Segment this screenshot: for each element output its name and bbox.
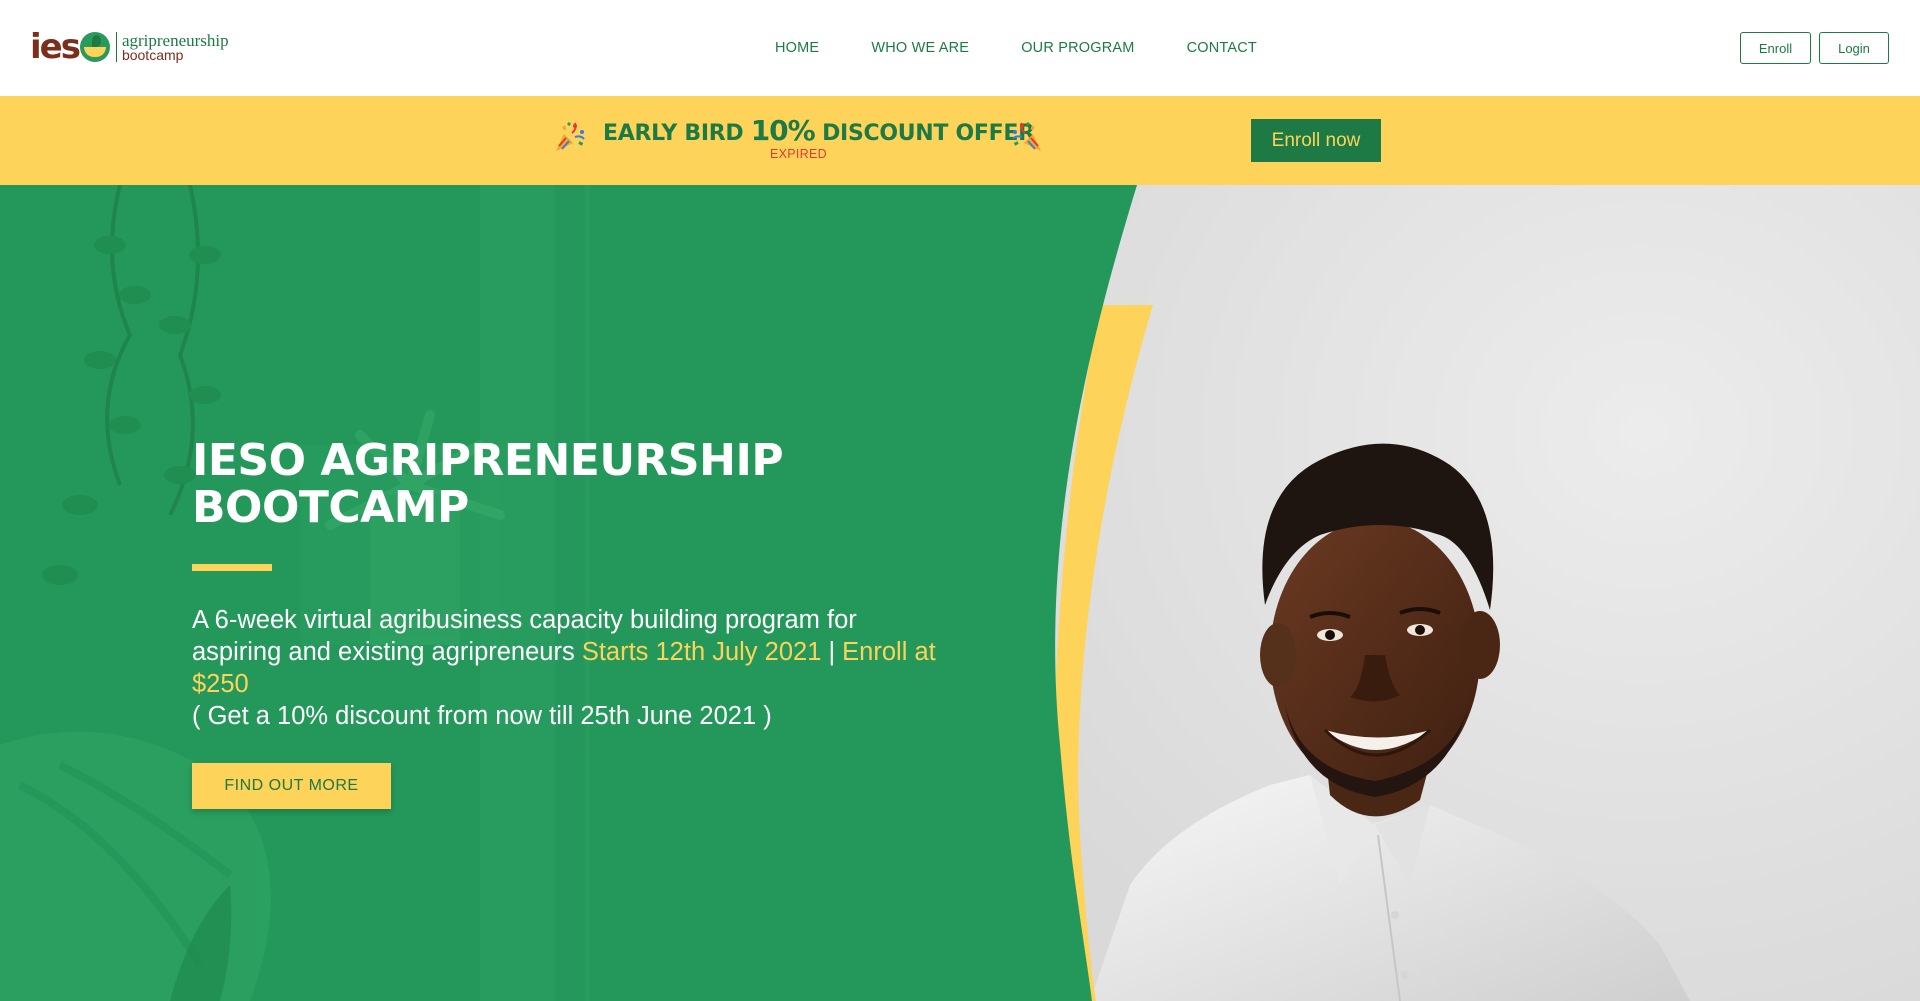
title-underline	[192, 564, 272, 571]
offer-prefix: EARLY BIRD	[603, 121, 751, 146]
enroll-now-button[interactable]: Enroll now	[1251, 119, 1381, 162]
offer-expired-label: EXPIRED	[770, 147, 827, 161]
hero-title: IESO AGRIPRENEURSHIP BOOTCAMP	[192, 437, 952, 531]
nav-who-we-are[interactable]: WHO WE ARE	[871, 40, 969, 56]
logo-mark-text: ies	[30, 27, 81, 67]
site-header: ies agripreneurship bootcamp HOME WHO WE…	[0, 0, 1920, 96]
main-nav: HOME WHO WE ARE OUR PROGRAM CONTACT	[775, 0, 1257, 96]
find-out-more-button[interactable]: FIND OUT MORE	[192, 763, 391, 809]
party-popper-icon	[556, 122, 585, 151]
hero-description: A 6-week virtual agribusiness capacity b…	[192, 604, 952, 732]
nav-home[interactable]: HOME	[775, 40, 819, 56]
nav-contact[interactable]: CONTACT	[1187, 40, 1257, 56]
hero-start-date: Starts 12th July 2021	[581, 638, 822, 666]
login-button[interactable]: Login	[1819, 32, 1889, 64]
logo-divider	[115, 32, 117, 62]
hero-discount-note: ( Get a 10% discount from now till 25th …	[192, 702, 772, 730]
logo-globe-icon	[79, 32, 110, 62]
offer-suffix: DISCOUNT OFFER	[814, 121, 1035, 146]
hero-content: IESO AGRIPRENEURSHIP BOOTCAMP A 6-week v…	[192, 437, 952, 809]
hero-title-line1: IESO AGRIPRENEURSHIP	[192, 435, 784, 486]
logo-line2: bootcamp	[121, 47, 184, 63]
hero-section: IESO AGRIPRENEURSHIP BOOTCAMP A 6-week v…	[0, 185, 1920, 1001]
hero-title-line2: BOOTCAMP	[192, 482, 469, 533]
offer-percent: 10%	[750, 114, 816, 147]
early-bird-banner: EARLY BIRD 10% DISCOUNT OFFER EXPIRED En…	[0, 96, 1920, 185]
nav-our-program[interactable]: OUR PROGRAM	[1021, 40, 1134, 56]
offer-block: EARLY BIRD 10% DISCOUNT OFFER EXPIRED	[553, 114, 1044, 164]
party-popper-icon	[1012, 122, 1041, 151]
enroll-button[interactable]: Enroll	[1740, 32, 1811, 64]
site-logo[interactable]: ies agripreneurship bootcamp	[30, 26, 229, 68]
hero-desc-separator: |	[821, 638, 843, 666]
logo-text: agripreneurship bootcamp	[122, 32, 229, 62]
offer-text: EARLY BIRD 10% DISCOUNT OFFER	[603, 114, 1035, 147]
logo-mark: ies	[30, 30, 110, 64]
